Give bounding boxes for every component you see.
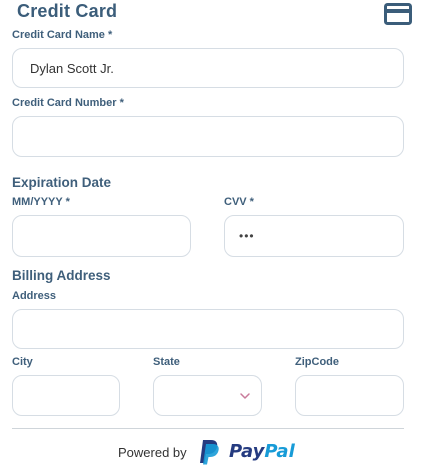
city-label: City bbox=[12, 356, 33, 368]
cvv-label: CVV * bbox=[224, 196, 254, 208]
card-name-field[interactable]: Dylan Scott Jr. bbox=[12, 48, 404, 88]
expiration-field[interactable] bbox=[12, 215, 191, 257]
card-name-value: Dylan Scott Jr. bbox=[30, 60, 114, 76]
page-title: Credit Card bbox=[17, 1, 118, 21]
expiration-label: MM/YYYY * bbox=[12, 196, 70, 208]
card-name-label: Credit Card Name * bbox=[12, 29, 113, 41]
cvv-field[interactable]: ••• bbox=[224, 215, 404, 257]
paypal-logo-icon bbox=[200, 440, 219, 465]
credit-card-icon bbox=[384, 3, 412, 25]
state-label: State bbox=[153, 356, 180, 368]
city-field[interactable] bbox=[12, 375, 120, 416]
state-select[interactable] bbox=[153, 375, 262, 416]
zip-field[interactable] bbox=[295, 375, 404, 416]
address-field[interactable] bbox=[12, 309, 404, 349]
footer-divider bbox=[12, 428, 404, 429]
chevron-down-icon bbox=[240, 393, 250, 399]
card-number-label: Credit Card Number * bbox=[12, 97, 124, 109]
billing-section-title: Billing Address bbox=[12, 268, 111, 283]
paypal-pal-text: Pal bbox=[264, 441, 295, 462]
paypal-pay-text: Pay bbox=[229, 441, 265, 462]
paypal-wordmark: PayPal bbox=[229, 441, 295, 462]
expiration-section-title: Expiration Date bbox=[12, 175, 112, 190]
cvv-value: ••• bbox=[239, 229, 255, 243]
powered-by-text: Powered by bbox=[118, 445, 187, 460]
address-label: Address bbox=[12, 290, 57, 302]
card-number-field[interactable] bbox=[12, 116, 404, 157]
zip-label: ZipCode bbox=[295, 356, 339, 368]
